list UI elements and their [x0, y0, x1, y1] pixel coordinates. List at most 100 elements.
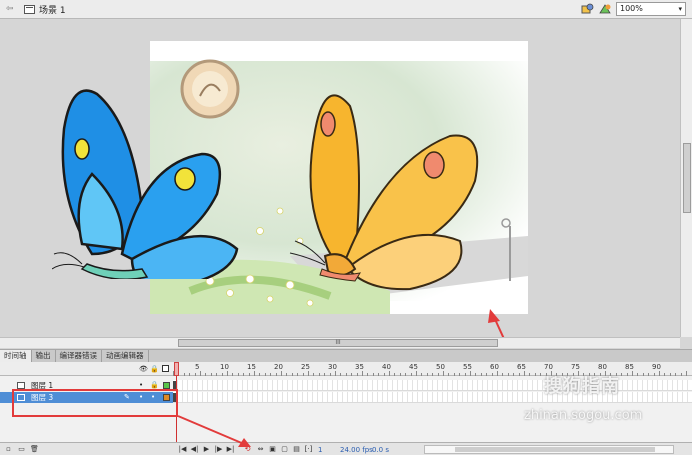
layer-label[interactable]: 图层 3: [31, 392, 53, 403]
outline-icon[interactable]: [162, 365, 169, 372]
ruler-tick: [372, 373, 374, 376]
ruler-tick: [680, 373, 682, 376]
ruler-tick: [491, 373, 493, 376]
zoom-select[interactable]: 100% ▾: [616, 2, 686, 16]
ruler-tick: [578, 371, 579, 376]
onion-outline-icon[interactable]: ▢: [280, 445, 289, 454]
timeline-scrollbar[interactable]: [424, 445, 674, 454]
ruler-tick: [221, 373, 223, 376]
vertical-scrollbar[interactable]: [680, 19, 692, 337]
ruler-tick: [194, 373, 196, 376]
modify-markers-icon[interactable]: [·]: [304, 445, 313, 454]
layer-label[interactable]: 图层 1: [31, 380, 53, 391]
edit-symbols-icon[interactable]: [580, 3, 594, 16]
back-arrow-icon[interactable]: ⇦: [6, 4, 20, 14]
ruler-tick: [534, 373, 536, 376]
ruler-tick: [653, 373, 655, 376]
ruler-tick: [556, 373, 558, 376]
delete-layer-icon[interactable]: 🗑: [30, 445, 39, 454]
layer-name-cell[interactable]: 图层 1 • 🔒: [0, 380, 173, 391]
eye-icon[interactable]: 👁: [139, 365, 148, 373]
ruler-tick: [232, 373, 234, 376]
ruler-tick: [335, 371, 336, 376]
lock-icon[interactable]: 🔒: [150, 365, 159, 373]
ruler-tick: [313, 373, 315, 376]
ruler-tick: [648, 373, 650, 376]
chevron-down-icon: ▾: [678, 5, 682, 13]
onion-skin-icon[interactable]: ▣: [268, 445, 277, 454]
stage-area[interactable]: [0, 19, 680, 337]
lock-icon[interactable]: 🔒: [150, 380, 159, 391]
frame-track[interactable]: [173, 380, 692, 391]
ruler-tick: [540, 373, 542, 376]
ruler-tick: [599, 373, 601, 376]
horizontal-scroll-thumb[interactable]: III: [178, 339, 498, 347]
ruler-tick: [210, 373, 212, 376]
ruler-tick: [497, 371, 498, 376]
ruler-tick: [561, 373, 563, 376]
horizontal-scrollbar[interactable]: III: [0, 337, 680, 348]
ruler-tick: [183, 373, 185, 376]
vertical-scroll-thumb[interactable]: [683, 143, 691, 213]
timeline-scroll-thumb[interactable]: [455, 447, 655, 452]
current-frame[interactable]: 1: [318, 446, 322, 454]
layer-color-swatch[interactable]: [163, 394, 170, 401]
tab-compiler-errors[interactable]: 编译器错误: [56, 350, 102, 362]
ruler-tick: [513, 373, 515, 376]
ruler-tick: [486, 373, 488, 376]
ruler-number: 15: [247, 363, 256, 371]
ruler-tick: [621, 373, 623, 376]
layer-row[interactable]: 图层 1 • 🔒: [0, 380, 692, 391]
edit-scene-icon[interactable]: [598, 3, 612, 16]
layer-color-swatch[interactable]: [163, 382, 170, 389]
zoom-value: 100%: [620, 4, 643, 13]
ruler-tick: [588, 373, 590, 376]
ruler-tick: [605, 371, 606, 376]
ruler-tick: [227, 371, 228, 376]
ruler-tick: [437, 373, 439, 376]
ruler-tick: [464, 373, 466, 376]
ruler-tick: [200, 371, 201, 376]
ruler-tick: [615, 373, 617, 376]
ruler-number: 40: [382, 363, 391, 371]
layer-name-cell[interactable]: 图层 3 ✎ • •: [0, 392, 173, 403]
ruler-tick: [426, 373, 428, 376]
layer-row[interactable]: 图层 3 ✎ • •: [0, 392, 692, 403]
new-folder-icon[interactable]: ▭: [17, 445, 26, 454]
ruler-tick: [399, 373, 401, 376]
tab-output[interactable]: 输出: [32, 350, 56, 362]
lock-dot[interactable]: •: [151, 392, 155, 403]
elapsed-time: 0.0 s: [372, 446, 390, 454]
ruler-tick: [237, 373, 239, 376]
ruler-tick: [216, 373, 218, 376]
frame-track[interactable]: [173, 392, 692, 403]
tab-timeline[interactable]: 时间轴: [0, 350, 32, 362]
ruler-tick: [524, 371, 525, 376]
visibility-dot[interactable]: •: [139, 392, 143, 403]
ruler-tick: [669, 373, 671, 376]
ruler-tick: [243, 373, 245, 376]
ruler-tick: [259, 373, 261, 376]
ruler-tick: [610, 373, 612, 376]
ruler-tick: [637, 373, 639, 376]
center-frame-icon[interactable]: ⇔: [256, 445, 265, 454]
ruler-tick: [675, 373, 677, 376]
frame-ruler[interactable]: 5 10 15 20 25 30 35 40 45 50 55 60 65 70…: [173, 362, 692, 376]
new-layer-icon[interactable]: ▫: [4, 445, 13, 454]
visibility-dot[interactable]: •: [139, 380, 143, 391]
playhead[interactable]: [174, 362, 179, 376]
ruler-tick: [351, 373, 353, 376]
ruler-number: 70: [544, 363, 553, 371]
blue-butterfly[interactable]: [52, 79, 242, 279]
tab-motion-editor[interactable]: 动画编辑器: [102, 350, 149, 362]
scene-label[interactable]: 场景 1: [39, 3, 66, 16]
ruler-tick: [518, 373, 520, 376]
ruler-number: 25: [301, 363, 310, 371]
ruler-tick: [567, 373, 569, 376]
ruler-tick: [448, 373, 450, 376]
ruler-tick: [443, 371, 444, 376]
pencil-icon[interactable]: ✎: [124, 392, 130, 403]
ruler-tick: [594, 373, 596, 376]
frame-rate[interactable]: 24.00 fps: [340, 446, 373, 454]
edit-multiple-icon[interactable]: ▤: [292, 445, 301, 454]
